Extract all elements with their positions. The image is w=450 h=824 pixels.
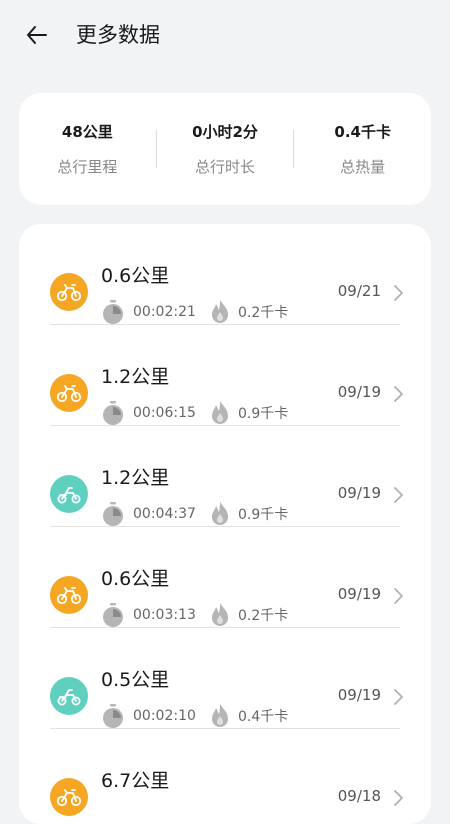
ride-date: 09/19 <box>337 686 381 704</box>
ride-calories: 0.4千卡 <box>238 709 289 725</box>
ride-date: 09/18 <box>337 787 381 805</box>
ride-duration: 00:03:13 <box>133 607 196 623</box>
ride-row[interactable]: 1.2公里 00:04:37 0.9千卡 09/19 <box>19 426 431 527</box>
ebike-icon <box>57 487 81 504</box>
bike-icon <box>56 284 82 302</box>
ride-distance: 0.5公里 <box>101 669 170 691</box>
ebike-icon <box>57 689 81 706</box>
summary-calories-value: 0.4千卡 <box>334 123 391 141</box>
timer-icon <box>103 603 123 627</box>
timer-icon <box>103 300 123 324</box>
ride-row[interactable]: 0.6公里 00:03:13 0.2千卡 09/19 <box>19 527 431 628</box>
bike-avatar <box>50 374 88 412</box>
ride-date: 09/19 <box>337 484 381 502</box>
ride-row[interactable]: 0.5公里 00:02:10 0.4千卡 09/19 <box>19 628 431 729</box>
timer-icon <box>103 704 123 728</box>
chevron-right-icon <box>394 285 403 301</box>
chevron-right-icon <box>394 386 403 402</box>
summary-distance-label: 总行里程 <box>57 158 118 176</box>
summary-duration: 0小时2分 总行时长 <box>157 121 294 177</box>
bike-avatar <box>50 273 88 311</box>
ride-duration: 00:02:10 <box>133 708 196 724</box>
ride-meta: 00:04:37 0.9千卡 <box>101 500 288 528</box>
bike-icon <box>56 587 82 605</box>
page-title: 更多数据 <box>76 23 160 47</box>
ride-calories: 0.9千卡 <box>238 406 289 422</box>
ride-duration: 00:02:21 <box>133 304 196 320</box>
summary-calories: 0.4千卡 总热量 <box>294 121 431 177</box>
ride-meta: 00:02:10 0.4千卡 <box>101 702 288 730</box>
flame-icon <box>212 401 228 424</box>
ride-distance: 6.7公里 <box>101 770 170 792</box>
chevron-right-icon <box>394 689 403 705</box>
bike-avatar <box>50 778 88 816</box>
back-arrow-icon <box>27 26 47 44</box>
flame-icon <box>212 704 228 727</box>
ride-distance: 1.2公里 <box>101 467 170 489</box>
ride-meta: 00:03:13 0.2千卡 <box>101 601 288 629</box>
ride-date: 09/19 <box>337 585 381 603</box>
ride-date: 09/21 <box>337 282 381 300</box>
ride-calories: 0.9千卡 <box>238 507 289 523</box>
ride-meta: 00:06:15 0.9千卡 <box>101 399 288 427</box>
timer-icon <box>103 401 123 425</box>
ride-calories: 0.2千卡 <box>238 305 289 321</box>
summary-duration-value: 0小时2分 <box>192 123 258 141</box>
ride-duration: 00:06:15 <box>133 405 196 421</box>
flame-icon <box>212 603 228 626</box>
header: 更多数据 <box>0 0 450 72</box>
summary-distance-value: 48公里 <box>61 123 113 141</box>
ride-meta: 00:02:21 0.2千卡 <box>101 298 288 326</box>
summary-card: 48公里 总行里程 0小时2分 总行时长 0.4千卡 总热量 <box>19 93 431 205</box>
chevron-right-icon <box>394 588 403 604</box>
ride-date: 09/19 <box>337 383 381 401</box>
ride-row[interactable]: 6.7公里 09/18 <box>19 729 431 824</box>
timer-icon <box>103 502 123 526</box>
ride-row[interactable]: 1.2公里 00:06:15 0.9千卡 09/19 <box>19 325 431 426</box>
flame-icon <box>212 502 228 525</box>
ride-calories: 0.2千卡 <box>238 608 289 624</box>
ride-row[interactable]: 0.6公里 00:02:21 0.2千卡 09/21 <box>19 224 431 325</box>
chevron-right-icon <box>394 487 403 503</box>
ride-distance: 0.6公里 <box>101 568 170 590</box>
summary-distance: 48公里 总行里程 <box>19 121 156 177</box>
ride-list: 0.6公里 00:02:21 0.2千卡 09/21 1.2公里 00:06:1… <box>19 224 431 824</box>
flame-icon <box>212 300 228 323</box>
bike-icon <box>56 789 82 807</box>
bike-icon <box>56 385 82 403</box>
summary-duration-label: 总行时长 <box>195 158 256 176</box>
chevron-right-icon <box>394 790 403 806</box>
bike-avatar <box>50 576 88 614</box>
ride-distance: 0.6公里 <box>101 265 170 287</box>
back-button[interactable] <box>22 20 52 50</box>
summary-calories-label: 总热量 <box>340 158 386 176</box>
ride-distance: 1.2公里 <box>101 366 170 388</box>
ebike-avatar <box>50 677 88 715</box>
ride-duration: 00:04:37 <box>133 506 196 522</box>
ebike-avatar <box>50 475 88 513</box>
